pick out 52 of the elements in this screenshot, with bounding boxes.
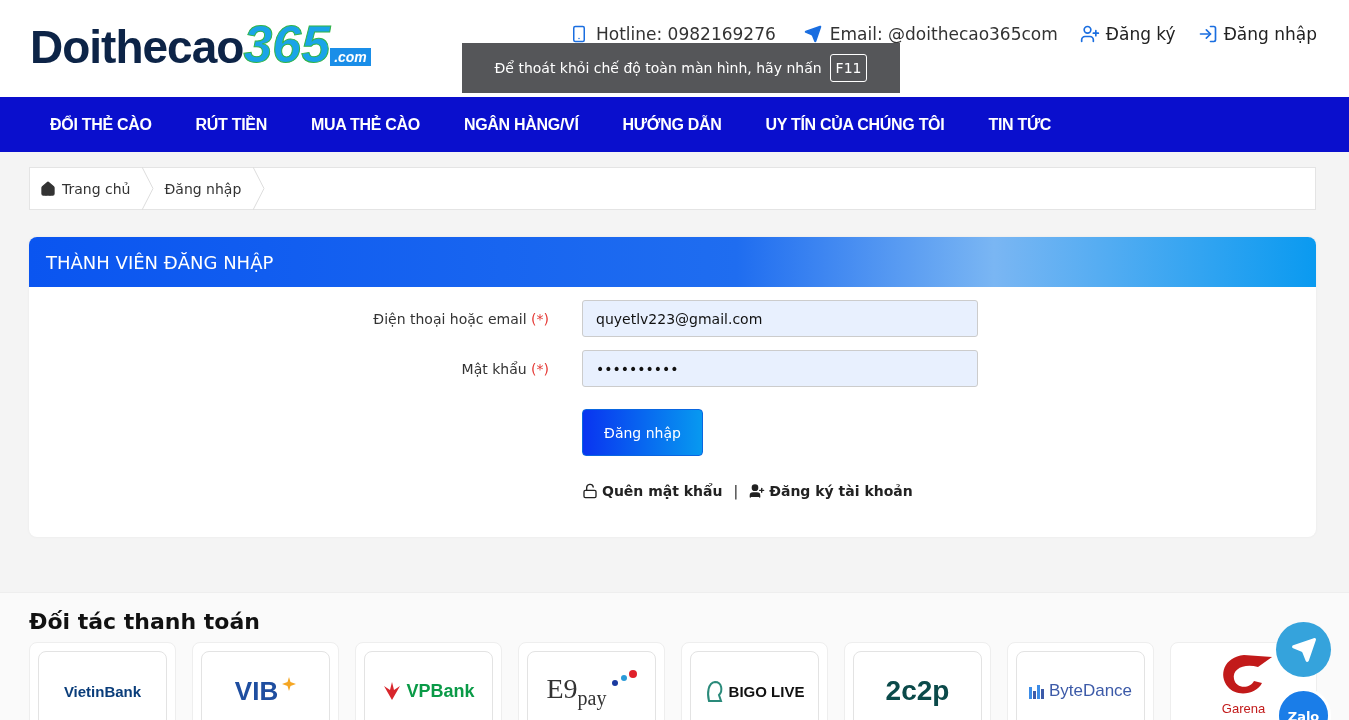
partner-logo-text: BIGO LIVE <box>728 682 805 700</box>
star-icon <box>282 677 297 691</box>
card-title: THÀNH VIÊN ĐĂNG NHẬP <box>29 237 1316 287</box>
field-label: Điện thoại hoặc email (*) <box>372 310 549 327</box>
nav-item[interactable]: ĐỔI THẺ CÀO <box>28 115 174 134</box>
flower-icon <box>382 682 403 700</box>
key-hint: F11 <box>829 54 868 82</box>
bars-icon <box>1028 683 1045 699</box>
partner-card[interactable]: E9$_{pay}$ <box>518 642 665 720</box>
password-field[interactable]: •••••••••• <box>582 350 978 387</box>
register-account-link[interactable]: Đăng ký tài khoản <box>749 483 913 499</box>
nav-item[interactable]: UY TÍN CỦA CHÚNG TÔI <box>743 115 967 134</box>
partner-card[interactable]: BIGO LIVE <box>681 642 828 720</box>
partner-logo-text: E9$_{pay}$ <box>546 672 607 710</box>
partner-card[interactable]: VPBank <box>355 642 502 720</box>
send-icon <box>803 24 822 43</box>
send-icon <box>1290 636 1317 663</box>
hotline-text: Hotline: 0982169276 <box>569 23 776 44</box>
forgot-password-link[interactable]: Quên mật khẩu <box>582 483 723 499</box>
partner-logo-text: VietinBank <box>63 682 142 700</box>
section-title: Đối tác thanh toán <box>29 609 261 634</box>
partner-card[interactable]: 2c2p <box>844 642 991 720</box>
nav-item[interactable]: NGÂN HÀNG/VÍ <box>441 115 601 134</box>
user-plus-icon <box>1079 23 1100 44</box>
unlock-icon <box>582 483 598 499</box>
partner-logo-text: ByteDance <box>1048 681 1133 701</box>
notice-text: Để thoát khỏi chế độ toàn màn hình, hãy nhấn <box>494 60 822 76</box>
partner-logo-text: VPBank <box>406 680 475 702</box>
register-link[interactable]: Đăng ký <box>1079 23 1176 44</box>
site-logo[interactable]: Doithecao365.com <box>30 17 371 70</box>
partner-card[interactable]: VietinBank <box>29 642 176 720</box>
partner-logo-text: VIB <box>234 675 279 707</box>
partner-logo-text: Garena <box>1221 701 1266 716</box>
separator: | <box>733 483 739 499</box>
email-field[interactable]: quyetlv223@gmail.com <box>582 300 978 337</box>
nav-item[interactable]: TIN TỨC <box>966 115 1074 134</box>
breadcrumb-link[interactable]: Đăng nhập <box>154 168 254 209</box>
breadcrumb-link[interactable]: Trang chủ <box>30 168 143 209</box>
email-text: Email: @doithecao365com <box>803 23 1058 44</box>
nav-item[interactable]: HƯỚNG DẪN <box>600 115 744 134</box>
login-button[interactable]: Đăng nhập <box>582 409 703 456</box>
partner-logo-text: 2c2p <box>885 675 950 707</box>
nav-item[interactable]: MUA THẺ CÀO <box>288 115 442 134</box>
home-icon <box>40 180 56 197</box>
partner-card[interactable]: ByteDance <box>1007 642 1154 720</box>
login-link[interactable]: Đăng nhập <box>1197 23 1317 44</box>
nav-item[interactable]: RÚT TIỀN <box>173 115 289 134</box>
field-label: Mật khẩu (*) <box>460 360 549 377</box>
login-icon <box>1197 23 1218 44</box>
user-plus-icon <box>749 483 766 499</box>
dots-icon <box>610 670 637 688</box>
partner-card[interactable]: VIB <box>192 642 339 720</box>
